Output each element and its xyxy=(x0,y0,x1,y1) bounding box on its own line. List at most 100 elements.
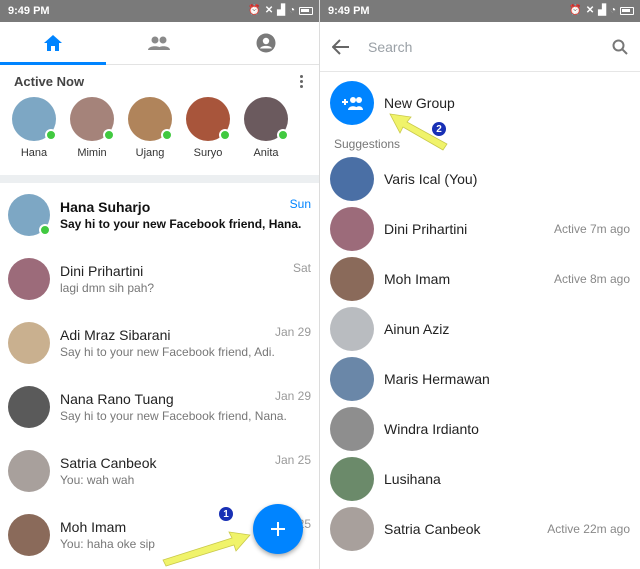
new-message-screen: 9:49 PM ⏰ ✕ ▟ ◔ New Group Suggestions xyxy=(320,0,640,569)
active-person[interactable]: Mimin xyxy=(66,97,118,171)
conversation-name: Dini Prihartini xyxy=(60,263,144,279)
avatar xyxy=(330,207,374,251)
active-person[interactable]: Suryo xyxy=(182,97,234,171)
avatar xyxy=(8,386,50,428)
active-person-name: Suryo xyxy=(193,147,223,159)
active-person[interactable]: Ujang xyxy=(124,97,176,171)
avatar xyxy=(8,258,50,300)
battery-icon xyxy=(620,7,634,15)
search-icon[interactable] xyxy=(612,39,628,55)
conversation-preview: Say hi to your new Facebook friend, Adi. xyxy=(60,345,275,359)
wifi-icon: ◔ xyxy=(288,5,295,16)
online-indicator xyxy=(277,129,289,141)
active-person[interactable]: Hana xyxy=(8,97,60,171)
conversation-preview: Say hi to your new Facebook friend, Nana… xyxy=(60,409,287,423)
conversation-preview: lagi dmn sih pah? xyxy=(60,281,155,295)
conversation-row[interactable]: Nana Rano Tuang Say hi to your new Faceb… xyxy=(0,375,319,439)
tab-profile[interactable] xyxy=(213,22,319,64)
suggestion-name: Dini Prihartini xyxy=(384,221,468,237)
wifi-icon: ◔ xyxy=(609,5,616,16)
conversation-name: Hana Suharjo xyxy=(60,199,151,215)
suggestion-row[interactable]: Moh Imam Active 8m ago xyxy=(320,254,640,304)
active-now-list: Hana Mimin Ujang Suryo Anita xyxy=(0,97,319,171)
active-person-name: Ujang xyxy=(135,147,165,159)
status-time: 9:49 PM xyxy=(328,5,370,17)
conversation-date: Sun xyxy=(289,197,311,211)
avatar xyxy=(330,307,374,351)
suggestion-row[interactable]: Dini Prihartini Active 7m ago xyxy=(320,204,640,254)
suggestion-status: Active 22m ago xyxy=(547,522,630,536)
suggestion-name: Maris Hermawan xyxy=(384,371,490,387)
status-bar: 9:49 PM ⏰ ✕ ▟ ◔ xyxy=(320,0,640,22)
step-badge: 2 xyxy=(431,121,447,137)
conversation-row[interactable]: Hana Suharjo Say hi to your new Facebook… xyxy=(0,183,319,247)
online-indicator xyxy=(219,129,231,141)
more-options-icon[interactable] xyxy=(297,74,305,88)
step-badge: 1 xyxy=(218,506,234,522)
battery-icon xyxy=(299,7,313,15)
conversation-name: Adi Mraz Sibarani xyxy=(60,327,171,343)
search-bar xyxy=(320,22,640,72)
suggestion-name: Windra Irdianto xyxy=(384,421,479,437)
conversation-row[interactable]: Satria Canbeok You: wah wah Jan 25 xyxy=(0,439,319,503)
avatar xyxy=(330,357,374,401)
alarm-icon: ⏰ xyxy=(569,5,582,16)
section-divider xyxy=(0,175,319,183)
suggestion-row[interactable]: Windra Irdianto xyxy=(320,404,640,454)
active-person-name: Anita xyxy=(253,147,279,159)
online-indicator xyxy=(161,129,173,141)
conversation-row[interactable]: Dini Prihartini lagi dmn sih pah? Sat xyxy=(0,247,319,311)
avatar xyxy=(330,257,374,301)
alarm-icon: ⏰ xyxy=(248,5,261,16)
new-message-button[interactable] xyxy=(253,504,303,554)
tab-home[interactable] xyxy=(0,22,106,64)
status-icons: ⏰ ✕ ▟ ◔ xyxy=(569,6,634,16)
suggestion-row[interactable]: Satria Canbeok Active 22m ago xyxy=(320,504,640,554)
suggestion-status: Active 7m ago xyxy=(553,222,630,236)
suggestion-name: Ainun Aziz xyxy=(384,321,450,337)
conversation-date: Jan 29 xyxy=(274,325,311,339)
search-input[interactable] xyxy=(368,38,612,55)
suggestion-name: Varis Ical (You) xyxy=(384,171,478,187)
avatar xyxy=(330,507,374,551)
suggestion-name: Moh Imam xyxy=(384,271,451,287)
mute-icon: ✕ xyxy=(585,5,595,16)
avatar xyxy=(8,322,50,364)
conversation-date: Jan 25 xyxy=(274,453,311,467)
new-group-label: New Group xyxy=(384,95,455,111)
signal-icon: ▟ xyxy=(598,5,606,16)
avatar xyxy=(330,157,374,201)
back-arrow-icon[interactable] xyxy=(332,38,350,55)
conversation-date: Jan 29 xyxy=(274,389,311,403)
new-group-icon-circle xyxy=(330,81,374,125)
suggestion-name: Lusihana xyxy=(384,471,441,487)
active-person-name: Mimin xyxy=(77,147,107,159)
suggestions-label: Suggestions xyxy=(334,137,401,151)
active-now-title: Active Now xyxy=(14,73,85,89)
suggestion-row[interactable]: Maris Hermawan xyxy=(320,354,640,404)
conversation-name: Nana Rano Tuang xyxy=(60,391,174,407)
online-indicator xyxy=(45,129,57,141)
status-time: 9:49 PM xyxy=(8,5,50,17)
avatar xyxy=(330,457,374,501)
home-icon xyxy=(44,35,63,51)
avatar xyxy=(8,450,50,492)
suggestion-row[interactable]: Ainun Aziz xyxy=(320,304,640,354)
conversation-preview: You: wah wah xyxy=(60,473,135,487)
signal-icon: ▟ xyxy=(277,5,285,16)
suggestion-name: Satria Canbeok xyxy=(384,521,481,537)
conversation-date: Sat xyxy=(292,261,311,275)
status-bar: 9:49 PM ⏰ ✕ ▟ ◔ xyxy=(0,0,319,22)
active-now-header: Active Now xyxy=(0,65,319,97)
avatar xyxy=(330,407,374,451)
profile-icon xyxy=(256,33,276,53)
conversation-row[interactable]: Adi Mraz Sibarani Say hi to your new Fac… xyxy=(0,311,319,375)
conversation-preview: Say hi to your new Facebook friend, Hana… xyxy=(60,217,302,231)
suggestion-row[interactable]: Varis Ical (You) xyxy=(320,154,640,204)
new-group-button[interactable]: New Group xyxy=(320,72,640,134)
status-icons: ⏰ ✕ ▟ ◔ xyxy=(248,6,313,16)
active-person[interactable]: Anita xyxy=(240,97,292,171)
suggestion-row[interactable]: Lusihana xyxy=(320,454,640,504)
online-indicator xyxy=(39,224,51,236)
tab-people[interactable] xyxy=(106,22,212,64)
